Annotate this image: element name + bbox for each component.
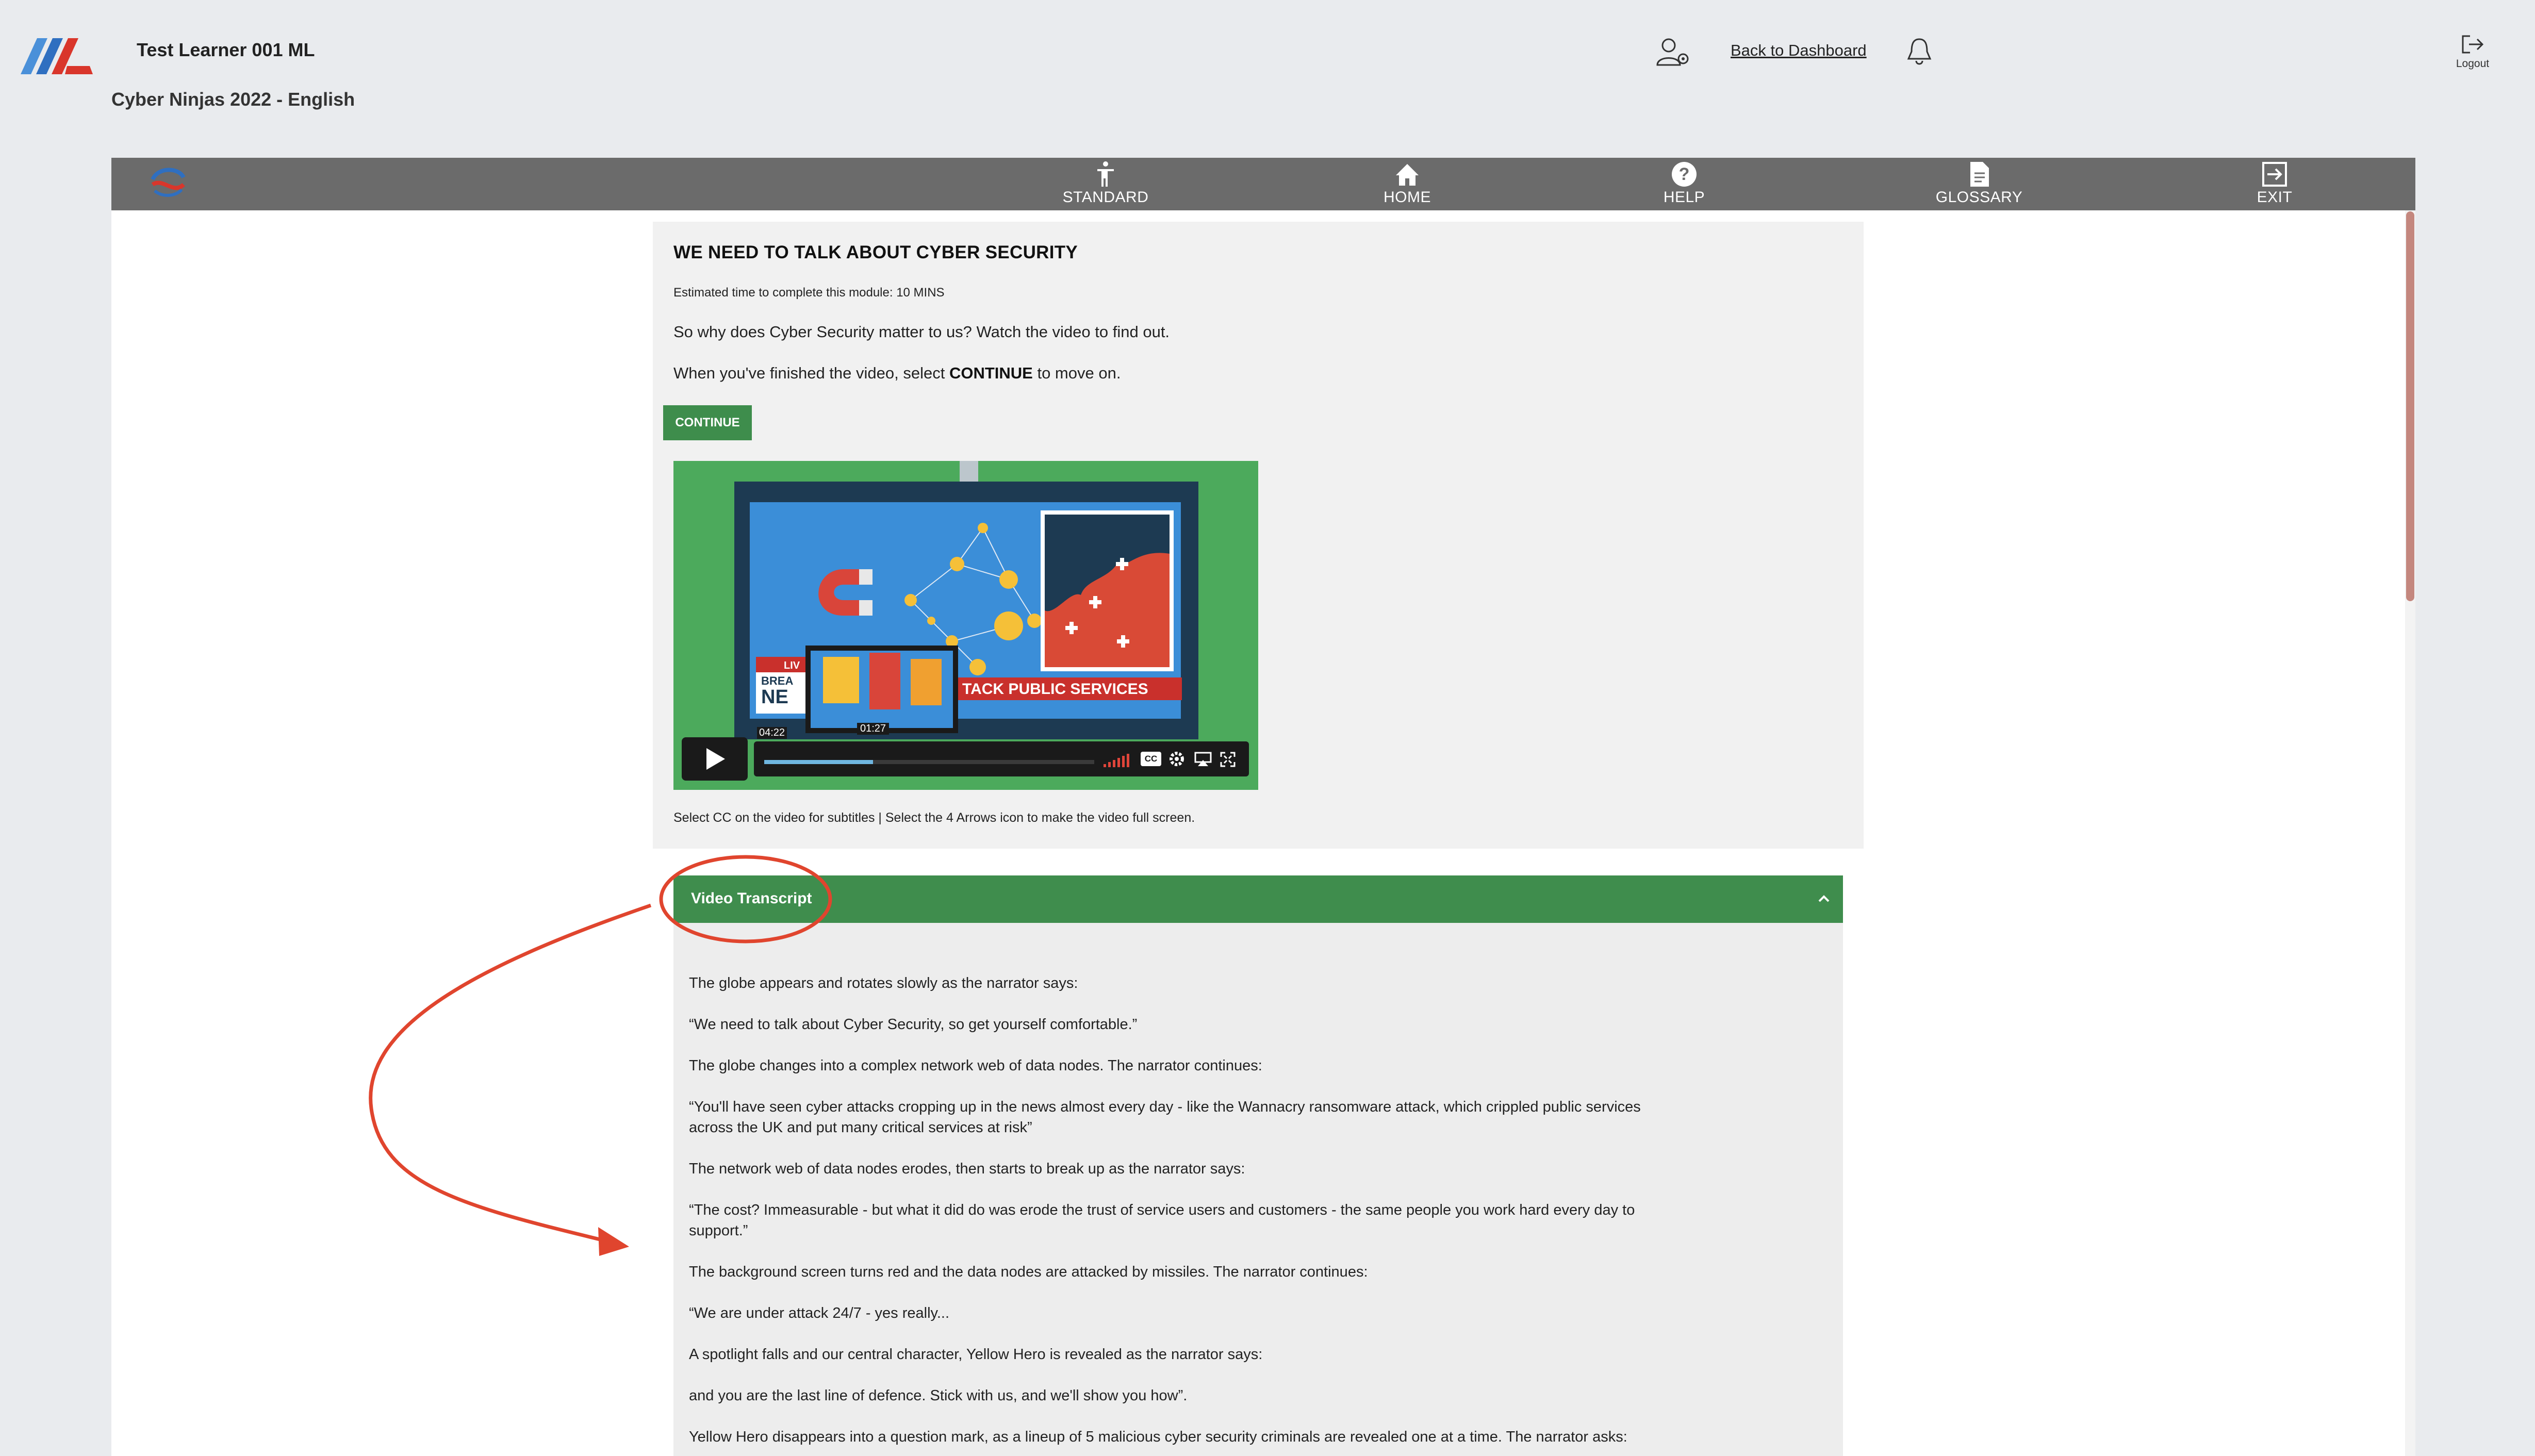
video-banner-live: LIV [784, 660, 800, 671]
transcript-line: “The cost? Immeasurable - but what it di… [689, 1202, 1635, 1218]
video-banner-breaking: BREA [761, 674, 793, 687]
back-to-dashboard-link[interactable]: Back to Dashboard [1731, 41, 1867, 60]
estimated-time: Estimated time to complete this module: … [673, 286, 945, 300]
intro-text: So why does Cyber Security matter to us?… [673, 323, 1170, 341]
nav-help[interactable]: ? HELP [1643, 161, 1725, 210]
nav-standard-label: STANDARD [1062, 189, 1149, 206]
cc-button[interactable]: CC [1141, 752, 1161, 766]
module-navbar: STANDARD HOME ? HELP GLOSSARY EXIT [111, 158, 2415, 210]
nav-glossary[interactable]: GLOSSARY [1922, 161, 2036, 210]
logout-icon [2462, 35, 2484, 54]
glossary-icon [1970, 162, 1989, 187]
nav-home-label: HOME [1384, 189, 1431, 206]
volume-icon[interactable] [1102, 753, 1131, 768]
learner-name: Test Learner 001 ML [137, 39, 315, 60]
scrollbar-thumb[interactable] [2406, 211, 2414, 601]
transcript-accordion-header[interactable] [673, 875, 1843, 923]
airplay-icon[interactable] [1194, 752, 1212, 767]
duration-label: 04:22 [757, 727, 787, 739]
accessibility-icon [1097, 161, 1114, 187]
video-banner-news: NE [761, 686, 788, 708]
help-icon: ? [1672, 162, 1697, 187]
transcript-line: The globe appears and rotates slowly as … [689, 975, 1078, 991]
transcript-line: “You'll have seen cyber attacks cropping… [689, 1099, 1641, 1115]
nav-exit-label: EXIT [2257, 189, 2293, 206]
transcript-line: “We are under attack 24/7 - yes really..… [689, 1305, 950, 1321]
video-caption: Select CC on the video for subtitles | S… [673, 810, 1195, 825]
module-title: WE NEED TO TALK ABOUT CYBER SECURITY [673, 242, 1078, 262]
continue-button[interactable]: CONTINUE [663, 405, 752, 440]
nav-home[interactable]: HOME [1361, 161, 1454, 210]
course-title: Cyber Ninjas 2022 - English [111, 89, 355, 110]
transcript-line: support.” [689, 1222, 748, 1239]
user-settings-icon[interactable] [1655, 36, 1691, 67]
transcript-line: Yellow Hero disappears into a question m… [689, 1429, 1627, 1445]
home-icon [1396, 164, 1419, 186]
settings-icon[interactable] [1168, 751, 1185, 767]
logout-button[interactable]: Logout [2444, 34, 2501, 80]
transcript-line: A spotlight falls and our central charac… [689, 1346, 1263, 1363]
transcript-line: The background screen turns red and the … [689, 1264, 1368, 1280]
transcript-panel [673, 923, 1843, 1456]
fullscreen-icon[interactable] [1220, 752, 1236, 767]
current-time-tooltip: 01:27 [857, 723, 890, 735]
transcript-line: The globe changes into a complex network… [689, 1057, 1262, 1074]
nav-exit[interactable]: EXIT [2236, 161, 2313, 210]
svg-text:?: ? [1679, 164, 1690, 184]
play-button[interactable] [682, 737, 748, 781]
play-icon [706, 748, 725, 770]
video-player[interactable]: TACK PUBLIC SERVICES LIV BREA NE 04:22 0… [673, 461, 1258, 790]
logo-icon [21, 38, 93, 74]
transcript-title: Video Transcript [691, 890, 812, 907]
nav-standard[interactable]: STANDARD [1054, 161, 1157, 210]
instruction-prefix: When you've finished the video, select [673, 364, 949, 382]
progress-fill [764, 760, 874, 764]
bell-icon[interactable] [1906, 36, 1932, 66]
transcript-line: and you are the last line of defence. St… [689, 1387, 1188, 1404]
nav-glossary-label: GLOSSARY [1935, 189, 2023, 206]
instruction-bold: CONTINUE [949, 364, 1033, 382]
transcript-line: across the UK and put many critical serv… [689, 1119, 1032, 1136]
video-controls: 04:22 01:27 CC [682, 723, 1249, 781]
video-headline: TACK PUBLIC SERVICES [962, 681, 1148, 698]
exit-icon [2262, 162, 2287, 187]
chevron-up-icon[interactable] [1815, 890, 1833, 907]
course-logo-icon[interactable] [147, 164, 189, 200]
transcript-line: “We need to talk about Cyber Security, s… [689, 1016, 1138, 1033]
instruction-suffix: to move on. [1032, 364, 1121, 382]
progress-track[interactable] [764, 760, 1094, 764]
nav-help-label: HELP [1663, 189, 1705, 206]
logout-label: Logout [2456, 58, 2490, 70]
instruction-text: When you've finished the video, select C… [673, 364, 1121, 383]
transcript-line: The network web of data nodes erodes, th… [689, 1161, 1245, 1177]
